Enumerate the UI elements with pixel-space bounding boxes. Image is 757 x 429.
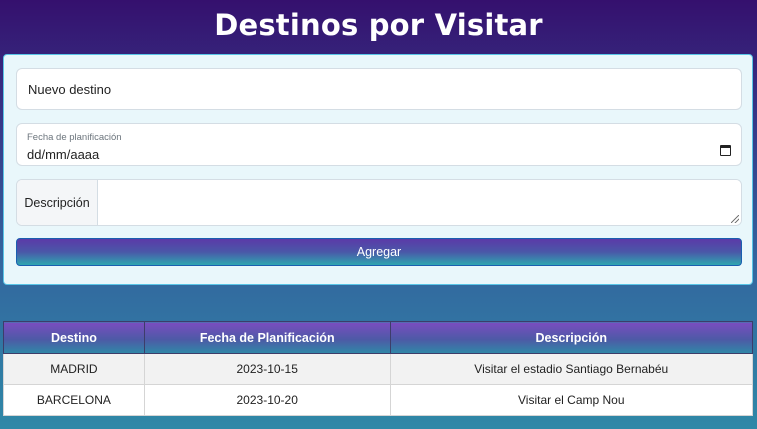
add-destination-form: Fecha de planificación dd/mm/aaaa Descri… bbox=[3, 54, 753, 285]
table-row: MADRID 2023-10-15 Visitar el estadio San… bbox=[3, 353, 754, 385]
column-header-destino: Destino bbox=[3, 321, 145, 354]
descripcion-label: Descripción bbox=[17, 180, 98, 225]
table-row: BARCELONA 2023-10-20 Visitar el Camp Nou bbox=[3, 384, 754, 416]
page-title: Destinos por Visitar bbox=[214, 8, 543, 42]
fecha-input[interactable]: dd/mm/aaaa bbox=[27, 147, 99, 162]
cell-destino: BARCELONA bbox=[3, 384, 145, 416]
descripcion-textarea[interactable] bbox=[98, 180, 741, 225]
column-header-descripcion: Descripción bbox=[389, 321, 754, 354]
cell-descripcion: Visitar el estadio Santiago Bernabéu bbox=[389, 353, 754, 385]
cell-fecha: 2023-10-15 bbox=[143, 353, 391, 385]
calendar-icon[interactable] bbox=[720, 145, 731, 156]
table-header-row: Destino Fecha de Planificación Descripci… bbox=[3, 321, 754, 354]
column-header-fecha: Fecha de Planificación bbox=[143, 321, 391, 354]
destinations-table: Destino Fecha de Planificación Descripci… bbox=[3, 321, 754, 416]
destino-field bbox=[16, 68, 742, 110]
descripcion-field: Descripción bbox=[16, 179, 742, 226]
cell-fecha: 2023-10-20 bbox=[143, 384, 391, 416]
cell-descripcion: Visitar el Camp Nou bbox=[389, 384, 754, 416]
fecha-label: Fecha de planificación bbox=[27, 132, 122, 143]
cell-destino: MADRID bbox=[3, 353, 145, 385]
agregar-button[interactable]: Agregar bbox=[16, 238, 742, 266]
destino-input[interactable] bbox=[17, 69, 741, 109]
fecha-field[interactable]: Fecha de planificación dd/mm/aaaa bbox=[16, 123, 742, 166]
resize-handle-icon[interactable] bbox=[731, 215, 739, 223]
